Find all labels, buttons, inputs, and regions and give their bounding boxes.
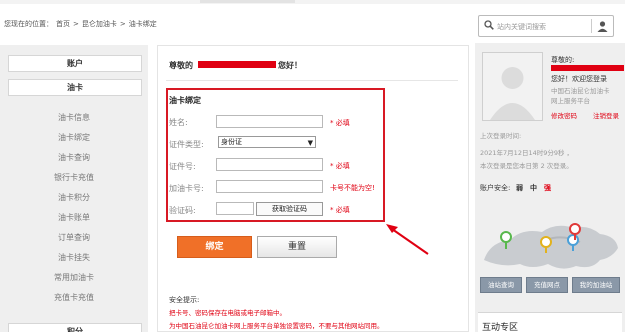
profile-salutation: 尊敬的: bbox=[551, 56, 575, 64]
reset-button[interactable]: 重置 bbox=[257, 236, 337, 258]
change-password-link[interactable]: 修改密码 bbox=[551, 110, 577, 120]
chevron-down-icon: ▼ bbox=[307, 139, 313, 147]
top-strip bbox=[0, 0, 625, 4]
security-tip: 为中国石油昆仑加油卡网上服务平台单独设置密码，不要与其他网站同用。 bbox=[169, 322, 384, 330]
security-tip: 把卡号、密码保存在电脑或电子邮箱中。 bbox=[169, 309, 286, 317]
name-input[interactable] bbox=[216, 115, 323, 128]
security-level-weak: 弱 bbox=[516, 184, 523, 192]
breadcrumb: 您现在的位置： 首页 > 昆仑加油卡 > 油卡绑定 bbox=[4, 19, 160, 29]
breadcrumb-separator: > bbox=[73, 20, 79, 28]
logout-link[interactable]: 注销登录 bbox=[593, 110, 619, 120]
divider bbox=[166, 80, 458, 81]
security-level-strong: 强 bbox=[544, 184, 551, 192]
avatar bbox=[482, 52, 543, 121]
sidebar-item-card-info[interactable]: 油卡信息 bbox=[0, 112, 148, 123]
breadcrumb-home[interactable]: 首页 bbox=[56, 20, 70, 28]
code-input[interactable] bbox=[216, 202, 254, 215]
sidebar-item-card-statement[interactable]: 油卡账单 bbox=[0, 212, 148, 223]
recharge-point-button[interactable]: 充值网点 bbox=[526, 277, 568, 293]
sidebar-item-order-query[interactable]: 订单查询 bbox=[0, 232, 148, 243]
breadcrumb-separator: > bbox=[119, 20, 126, 28]
greeting-suffix: 您好！ bbox=[278, 61, 302, 70]
search-divider bbox=[591, 19, 592, 33]
id-type-label: 证件类型: bbox=[169, 140, 204, 149]
profile-welcome: 您好！欢迎您登录 bbox=[551, 75, 607, 83]
avatar-icon bbox=[483, 53, 542, 120]
interactive-zone-title: 互动专区 bbox=[482, 323, 519, 332]
code-required: * 必填 bbox=[330, 206, 350, 214]
id-type-value: 身份证 bbox=[221, 138, 242, 146]
sidebar-item-bank-recharge[interactable]: 银行卡充值 bbox=[0, 172, 148, 183]
breadcrumb-current: 油卡绑定 bbox=[128, 20, 157, 28]
sidebar-item-card-loss[interactable]: 油卡挂失 bbox=[0, 252, 148, 263]
user-icon[interactable] bbox=[596, 20, 609, 33]
china-map-icon bbox=[484, 223, 618, 269]
sidebar-item-voucher-recharge[interactable]: 充值卡充值 bbox=[0, 292, 148, 303]
breadcrumb-prefix: 您现在的位置： bbox=[4, 20, 53, 28]
redacted-username bbox=[198, 61, 276, 68]
id-number-required: * 必填 bbox=[330, 162, 350, 170]
id-type-select[interactable]: 身份证 ▼ bbox=[218, 136, 316, 148]
profile-platform-line: 中国石油昆仑加油卡 bbox=[551, 87, 610, 95]
name-label: 姓名: bbox=[169, 118, 188, 127]
greeting-prefix: 尊敬的 bbox=[169, 61, 193, 70]
last-login-time: 2021年7月12日14时9分9秒 ， bbox=[480, 149, 574, 157]
bind-button[interactable]: 绑定 bbox=[177, 236, 252, 258]
breadcrumb-card[interactable]: 昆仑加油卡 bbox=[82, 20, 117, 28]
sidebar-item-card-query[interactable]: 油卡查询 bbox=[0, 152, 148, 163]
get-code-button[interactable]: 获取验证码 bbox=[256, 202, 323, 216]
station-query-button[interactable]: 油站查询 bbox=[480, 277, 522, 293]
redacted-profile-name bbox=[551, 65, 624, 71]
id-number-input[interactable] bbox=[216, 158, 323, 171]
sidebar-item-card-points[interactable]: 油卡积分 bbox=[0, 192, 148, 203]
security-level-medium: 中 bbox=[530, 184, 537, 192]
name-required: * 必填 bbox=[330, 119, 350, 127]
sidebar-card-button[interactable]: 油卡 bbox=[8, 79, 142, 96]
security-label: 账户安全: bbox=[480, 184, 511, 192]
login-count: 本次登录是您本日第 2 次登录。 bbox=[480, 162, 573, 170]
card-number-error: 卡号不能为空! bbox=[330, 184, 375, 192]
card-number-input[interactable] bbox=[216, 180, 323, 193]
profile-platform-line: 网上服务平台 bbox=[551, 97, 590, 105]
id-number-label: 证件号: bbox=[169, 162, 196, 171]
search-input[interactable]: 站内关键词搜索 bbox=[497, 22, 546, 32]
security-tips-title: 安全提示: bbox=[169, 296, 200, 304]
my-station-button[interactable]: 我的加油站 bbox=[572, 277, 620, 293]
search-box[interactable]: 站内关键词搜索 bbox=[478, 15, 614, 37]
card-number-label: 加油卡号: bbox=[169, 184, 204, 193]
sidebar-account-button[interactable]: 账户 bbox=[8, 55, 142, 72]
sidebar-points-button[interactable]: 积分 bbox=[8, 323, 142, 332]
last-login-label: 上次登录时间: bbox=[480, 132, 522, 140]
form-title: 油卡绑定 bbox=[169, 96, 201, 105]
sidebar-item-card-bind[interactable]: 油卡绑定 bbox=[0, 132, 148, 143]
sidebar-item-frequent-cards[interactable]: 常用加油卡 bbox=[0, 272, 148, 283]
top-strip-mark bbox=[200, 0, 295, 3]
search-icon[interactable] bbox=[484, 20, 494, 30]
code-label: 验证码: bbox=[169, 206, 196, 215]
